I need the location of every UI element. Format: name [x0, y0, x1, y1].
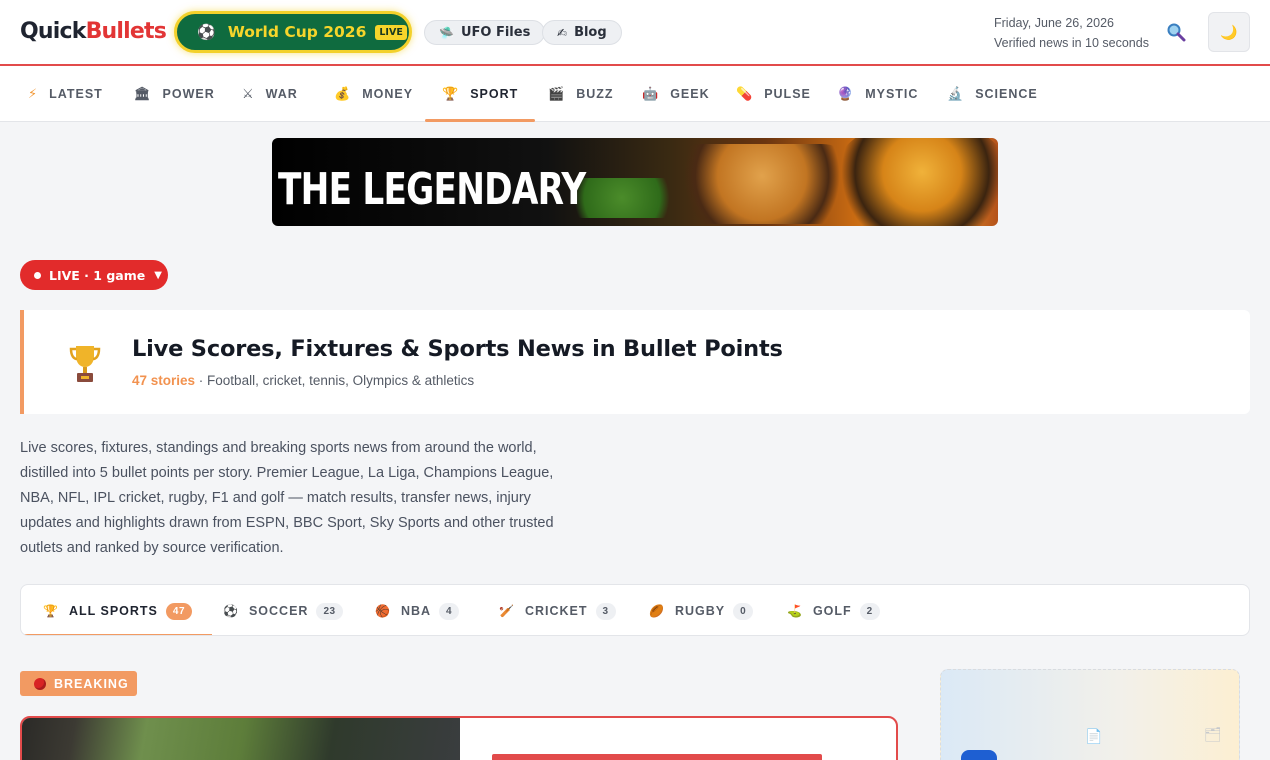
- nav-item-mystic[interactable]: 🔮 MYSTIC: [837, 66, 918, 122]
- tab-count: 2: [859, 602, 880, 620]
- featured-story-card[interactable]: [20, 716, 898, 760]
- date-block: Friday, June 26, 2026 Verified news in 1…: [994, 13, 1149, 53]
- category-nav: ⚡ LATEST 🏛 POWER ⚔ WAR 💰 MONEY 🏆 SPORT 🎬 BUZZ …: [0, 66, 1270, 122]
- nav-item-money[interactable]: 💰 MONEY: [334, 66, 413, 122]
- section-title-card: Live Scores, Fixtures & Sports News in B…: [20, 310, 1250, 414]
- red-circle-icon: [34, 677, 46, 690]
- nav-item-geek[interactable]: 🤖 GEEK: [642, 66, 710, 122]
- pill-icon: 💊: [736, 86, 754, 101]
- section-description: Live scores, fixtures, standings and bre…: [20, 440, 554, 556]
- crystal-ball-icon: 🔮: [837, 86, 855, 101]
- nav-item-buzz[interactable]: 🎬 BUZZ: [548, 66, 614, 122]
- money-bag-icon: 💰: [334, 86, 352, 101]
- banner-ad[interactable]: THE LEGENDARY: [272, 138, 998, 226]
- sport-filter-tabs: 🏆 ALL SPORTS 47 ⚽ SOCCER 23 🏀 NBA 4 🏏 CRICKET 3 …: [20, 584, 1250, 636]
- ufo-files-label: UFO Files: [460, 25, 531, 40]
- ad-logo-icon: [961, 750, 997, 760]
- tab-count: 4: [439, 602, 460, 620]
- tab-nba[interactable]: 🏀 NBA 4: [375, 585, 460, 635]
- theme-toggle-button[interactable]: 🌙: [1208, 12, 1250, 52]
- trophy-icon: [69, 346, 101, 382]
- crossed-swords-icon: ⚔: [242, 86, 255, 101]
- live-games-label: LIVE · 1 game: [49, 267, 146, 283]
- tab-count: 47: [165, 602, 193, 620]
- nav-item-sport[interactable]: 🏆 SPORT: [425, 66, 536, 122]
- story-count: 47 stories: [132, 373, 196, 388]
- nav-item-science[interactable]: 🔬 SCIENCE: [947, 66, 1038, 122]
- ufo-files-button[interactable]: 🛸 UFO Files: [424, 20, 546, 45]
- trophy-icon: 🏆: [442, 86, 460, 101]
- nav-item-power[interactable]: 🏛 POWER: [134, 66, 215, 122]
- ufo-icon: 🛸: [439, 25, 454, 40]
- soccer-ball-icon: ⚽: [197, 24, 216, 41]
- document-icon: 📄: [1085, 728, 1103, 744]
- basketball-icon: 🏀: [375, 604, 391, 618]
- tab-count: 23: [316, 602, 343, 620]
- golf-flag-icon: ⛳: [787, 604, 803, 618]
- nav-item-war[interactable]: ⚔ WAR: [242, 66, 298, 122]
- clapper-board-icon: 🎬: [548, 86, 566, 101]
- caret-down-icon: ▼: [154, 269, 162, 281]
- breaking-badge: BREAKING: [20, 671, 137, 696]
- site-logo[interactable]: QuickBullets: [20, 19, 167, 44]
- moon-icon: 🌙: [1220, 23, 1238, 40]
- story-image: [22, 718, 460, 760]
- banner-headline: THE LEGENDARY: [278, 164, 586, 215]
- tab-count: 3: [595, 602, 616, 620]
- world-cup-label: World Cup 2026: [227, 23, 367, 41]
- classical-building-icon: 🏛: [134, 86, 152, 101]
- world-cup-button[interactable]: ⚽ World Cup 2026 LIVE: [174, 11, 412, 53]
- live-badge: LIVE: [375, 24, 407, 40]
- live-games-toggle[interactable]: LIVE · 1 game ▼: [20, 260, 168, 290]
- tab-all-sports[interactable]: 🏆 ALL SPORTS 47: [21, 585, 213, 635]
- rugby-ball-icon: 🏉: [649, 604, 665, 618]
- breaking-label: BREAKING: [54, 676, 129, 691]
- blog-button[interactable]: ✍ Blog: [542, 20, 622, 45]
- search-icon[interactable]: [1166, 22, 1186, 42]
- soccer-ball-icon: ⚽: [223, 604, 239, 618]
- writing-hand-icon: ✍: [557, 25, 568, 40]
- trophy-icon: 🏆: [43, 604, 59, 618]
- microscope-icon: 🔬: [947, 86, 965, 101]
- robot-icon: 🤖: [642, 86, 660, 101]
- blog-label: Blog: [574, 25, 607, 40]
- subtitle-text: · Football, cricket, tennis, Olympics & …: [195, 373, 475, 388]
- folder-icon: 🗂: [1204, 726, 1222, 742]
- lightning-icon: ⚡: [28, 86, 39, 101]
- tagline: Verified news in 10 seconds: [994, 36, 1149, 50]
- tab-cricket[interactable]: 🏏 CRICKET 3: [499, 585, 616, 635]
- nav-item-latest[interactable]: ⚡ LATEST: [28, 66, 103, 122]
- tab-count: 0: [733, 602, 754, 620]
- page-title: Live Scores, Fixtures & Sports News in B…: [132, 336, 783, 362]
- live-dot-icon: [34, 271, 41, 279]
- cricket-bat-icon: 🏏: [499, 604, 515, 618]
- banner-burger-image-2: [832, 138, 998, 226]
- site-header: QuickBullets ⚽ World Cup 2026 LIVE 🛸 UFO…: [0, 0, 1270, 66]
- story-category-bar: [492, 754, 822, 760]
- page-subtitle: 47 stories · Football, cricket, tennis, …: [132, 373, 474, 388]
- current-date: Friday, June 26, 2026: [994, 16, 1114, 30]
- nav-item-pulse[interactable]: 💊 PULSE: [736, 66, 811, 122]
- tab-rugby[interactable]: 🏉 RUGBY 0: [649, 585, 754, 635]
- sidebar-ad[interactable]: 📄 🗂: [940, 669, 1240, 760]
- tab-golf[interactable]: ⛳ GOLF 2: [787, 585, 880, 635]
- tab-soccer[interactable]: ⚽ SOCCER 23: [223, 585, 343, 635]
